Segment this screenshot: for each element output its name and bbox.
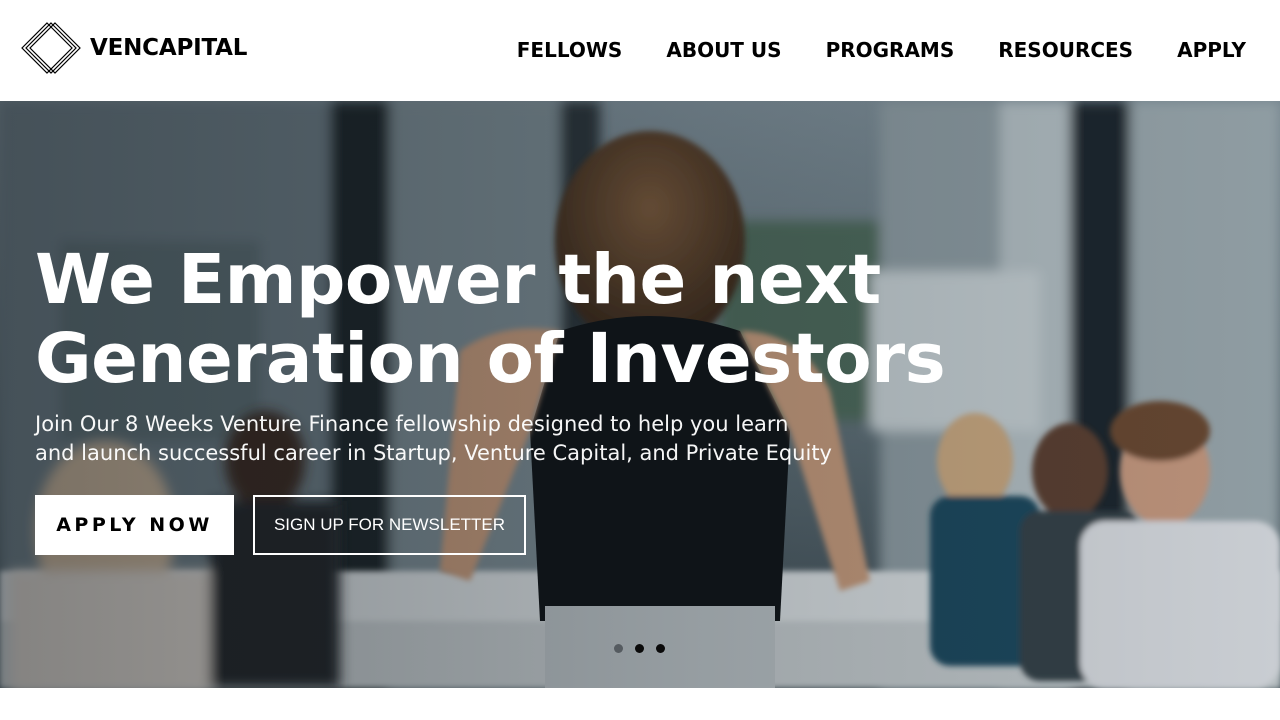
nav-item-fellows[interactable]: FELLOWS [517, 38, 623, 62]
hero-title-line-2: Generation of Investors [35, 319, 946, 399]
slider-dots [614, 644, 677, 653]
nested-diamond-icon [21, 22, 81, 74]
site-header: VENCAPITAL FELLOWS ABOUT US PROGRAMS RES… [0, 0, 1280, 101]
apply-now-button[interactable]: APPLY NOW [35, 495, 234, 555]
slider-dot-1[interactable] [614, 644, 623, 653]
nav-item-apply[interactable]: APPLY [1177, 38, 1246, 62]
page-bottom-area [0, 688, 1280, 720]
main-nav: FELLOWS ABOUT US PROGRAMS RESOURCES APPL… [473, 38, 1246, 62]
brand-logo[interactable]: VENCAPITAL [20, 20, 247, 76]
brand-name: VENCAPITAL [90, 35, 248, 61]
slider-dot-2[interactable] [635, 644, 644, 653]
hero-subtitle-line-2: and launch successful career in Startup,… [35, 441, 832, 465]
newsletter-signup-button[interactable]: SIGN UP FOR NEWSLETTER [253, 495, 526, 555]
hero-subtitle-line-1: Join Our 8 Weeks Venture Finance fellows… [35, 412, 789, 436]
nav-item-about-us[interactable]: ABOUT US [666, 38, 781, 62]
hero-section: We Empower the next Generation of Invest… [0, 101, 1280, 688]
hero-subtitle: Join Our 8 Weeks Venture Finance fellows… [35, 410, 895, 468]
slider-dot-3[interactable] [656, 644, 665, 653]
nav-item-programs[interactable]: PROGRAMS [826, 38, 955, 62]
hero-title-line-1: We Empower the next [35, 240, 881, 320]
nav-item-resources[interactable]: RESOURCES [998, 38, 1133, 62]
hero-title: We Empower the next Generation of Invest… [35, 240, 946, 399]
